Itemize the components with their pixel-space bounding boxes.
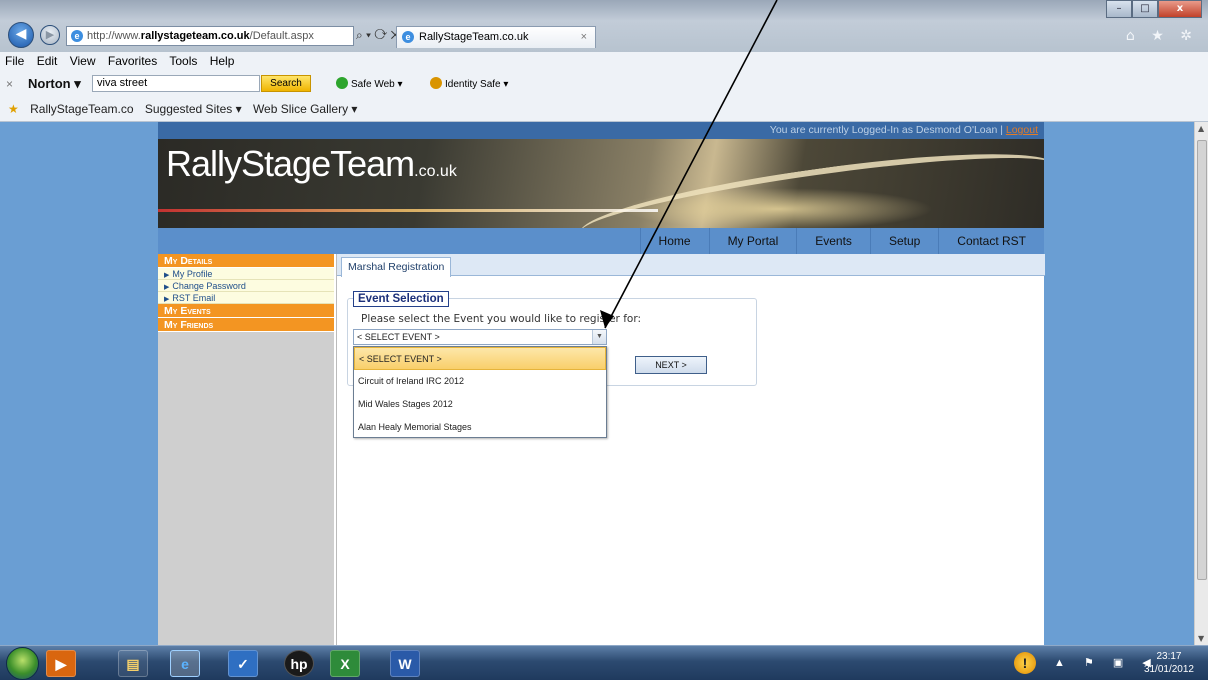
sidebar-header-my-details[interactable]: My Details xyxy=(158,254,334,268)
window-controls: – □ x xyxy=(1106,0,1202,18)
menu-bar: File Edit View Favorites Tools Help xyxy=(0,52,1208,70)
site-navbar: Home My Portal Events Setup Contact RST xyxy=(158,228,1044,254)
home-favorites-tools-icons[interactable]: ⌂ ★ ✲ xyxy=(1126,28,1198,44)
event-option[interactable]: Circuit of Ireland IRC 2012 xyxy=(354,370,606,393)
section-title: Event Selection xyxy=(353,291,449,307)
ie-tab-icon: e xyxy=(402,31,414,43)
taskbar: ▶ ▤ e ✓ hp X W ! ▲ ⚑ ▣ ◀ 23:17 31/01/201… xyxy=(0,645,1208,680)
fav-suggested-sites[interactable]: Suggested Sites ▾ xyxy=(145,102,242,116)
nav-contact-rst[interactable]: Contact RST xyxy=(938,228,1044,254)
favorites-bar: ★ RallyStageTeam.co Suggested Sites ▾ We… xyxy=(0,98,1208,122)
vertical-scrollbar[interactable]: ▲ ▼ xyxy=(1194,122,1208,645)
norton-toolbar: × Norton ▾ viva street Search Safe Web ▾… xyxy=(0,70,1208,98)
safe-web-button[interactable]: Safe Web ▾ xyxy=(336,77,403,90)
identity-safe-button[interactable]: Identity Safe ▾ xyxy=(430,77,508,90)
file-explorer-icon[interactable]: ▤ xyxy=(118,650,148,677)
sidebar-header-my-friends[interactable]: My Friends xyxy=(158,318,334,332)
sidebar-item-rst-email[interactable]: ▶ RST Email xyxy=(158,292,334,304)
word-icon[interactable]: W xyxy=(390,650,420,677)
fav-rallystageteam[interactable]: RallyStageTeam.co xyxy=(30,102,133,116)
favorites-star-icon[interactable]: ★ xyxy=(8,102,19,116)
bullet-icon: ▶ xyxy=(164,296,170,303)
system-tray: ! ▲ ⚑ ▣ ◀ 23:17 31/01/2012 xyxy=(1008,646,1208,680)
bullet-icon: ▶ xyxy=(164,272,170,279)
clock[interactable]: 23:17 31/01/2012 xyxy=(1144,650,1194,676)
site-banner: RallyStageTeam.co.uk xyxy=(158,139,1044,228)
norton-search-input[interactable]: viva street xyxy=(92,75,260,92)
sidebar-item-my-profile[interactable]: ▶ My Profile xyxy=(158,268,334,280)
event-select[interactable]: < SELECT EVENT > ▼ xyxy=(353,329,607,345)
address-bar[interactable]: e http://www.rallystageteam.co.uk/Default… xyxy=(66,26,354,46)
scroll-thumb[interactable] xyxy=(1197,140,1207,580)
banner-road-graphic xyxy=(576,139,1044,228)
menu-help[interactable]: Help xyxy=(210,54,235,68)
site-container: You are currently Logged-In as Desmond O… xyxy=(158,122,1045,645)
norton-close-icon[interactable]: × xyxy=(6,77,13,91)
event-prompt: Please select the Event you would like t… xyxy=(361,313,641,325)
nav-setup[interactable]: Setup xyxy=(869,228,938,254)
banner-light-streak xyxy=(158,209,658,212)
scroll-up-icon[interactable]: ▲ xyxy=(1198,124,1204,133)
safe-web-icon xyxy=(336,77,348,89)
close-button[interactable]: x xyxy=(1158,0,1202,18)
nav-events[interactable]: Events xyxy=(796,228,870,254)
site-logo[interactable]: RallyStageTeam.co.uk xyxy=(166,143,457,185)
hp-icon[interactable]: hp xyxy=(284,650,314,677)
logout-link[interactable]: Logout xyxy=(1006,124,1038,136)
content-tabstrip: Marshal Registration xyxy=(337,254,1045,277)
browser-tab[interactable]: e RallyStageTeam.co.uk × xyxy=(396,26,596,48)
menu-file[interactable]: File xyxy=(5,54,24,68)
tab-title: RallyStageTeam.co.uk xyxy=(419,31,529,43)
scroll-down-icon[interactable]: ▼ xyxy=(1198,634,1204,643)
action-center-warning-icon[interactable]: ! xyxy=(1014,652,1036,674)
sidebar-header-my-events[interactable]: My Events xyxy=(158,304,334,318)
event-option[interactable]: Mid Wales Stages 2012 xyxy=(354,393,606,416)
start-button[interactable] xyxy=(6,647,39,680)
login-status: You are currently Logged-In as Desmond O… xyxy=(158,122,1044,139)
address-controls[interactable]: ⌕ ▾ ⟳ ✕ xyxy=(356,28,400,43)
menu-view[interactable]: View xyxy=(70,54,96,68)
menu-edit[interactable]: Edit xyxy=(37,54,58,68)
norton-search-button[interactable]: Search xyxy=(261,75,311,92)
event-dropdown-list: < SELECT EVENT > Circuit of Ireland IRC … xyxy=(353,346,607,438)
task-app-icon[interactable]: ✓ xyxy=(228,650,258,677)
menu-tools[interactable]: Tools xyxy=(169,54,197,68)
norton-logo[interactable]: Norton ▾ xyxy=(28,76,81,92)
fav-web-slice-gallery[interactable]: Web Slice Gallery ▾ xyxy=(253,102,358,116)
event-option[interactable]: < SELECT EVENT > xyxy=(354,347,606,370)
back-button[interactable]: ◀ xyxy=(8,22,34,48)
ie-page-icon: e xyxy=(71,30,83,42)
next-button[interactable]: NEXT > xyxy=(635,356,707,374)
tab-close-icon[interactable]: × xyxy=(581,27,587,47)
browser-titlebar: ◀ ▶ e http://www.rallystageteam.co.uk/Def… xyxy=(0,0,1208,52)
event-option[interactable]: Alan Healy Memorial Stages xyxy=(354,416,606,439)
bullet-icon: ▶ xyxy=(164,284,170,291)
nav-home[interactable]: Home xyxy=(639,228,709,254)
tab-marshal-registration[interactable]: Marshal Registration xyxy=(341,257,452,277)
sidebar: My Details ▶ My Profile ▶ Change Password … xyxy=(158,254,334,645)
identity-safe-icon xyxy=(430,77,442,89)
chevron-down-icon[interactable]: ▼ xyxy=(592,330,606,344)
maximize-button[interactable]: □ xyxy=(1132,0,1158,18)
internet-explorer-icon[interactable]: e xyxy=(170,650,200,677)
media-player-icon[interactable]: ▶ xyxy=(46,650,76,677)
main-content: Marshal Registration Event Selection Ple… xyxy=(336,254,1045,645)
screen: ◀ ▶ e http://www.rallystageteam.co.uk/Def… xyxy=(0,0,1208,680)
menu-favorites[interactable]: Favorites xyxy=(108,54,157,68)
nav-my-portal[interactable]: My Portal xyxy=(708,228,797,254)
sidebar-item-change-password[interactable]: ▶ Change Password xyxy=(158,280,334,292)
excel-icon[interactable]: X xyxy=(330,650,360,677)
forward-button[interactable]: ▶ xyxy=(40,25,60,45)
minimize-button[interactable]: – xyxy=(1106,0,1132,18)
